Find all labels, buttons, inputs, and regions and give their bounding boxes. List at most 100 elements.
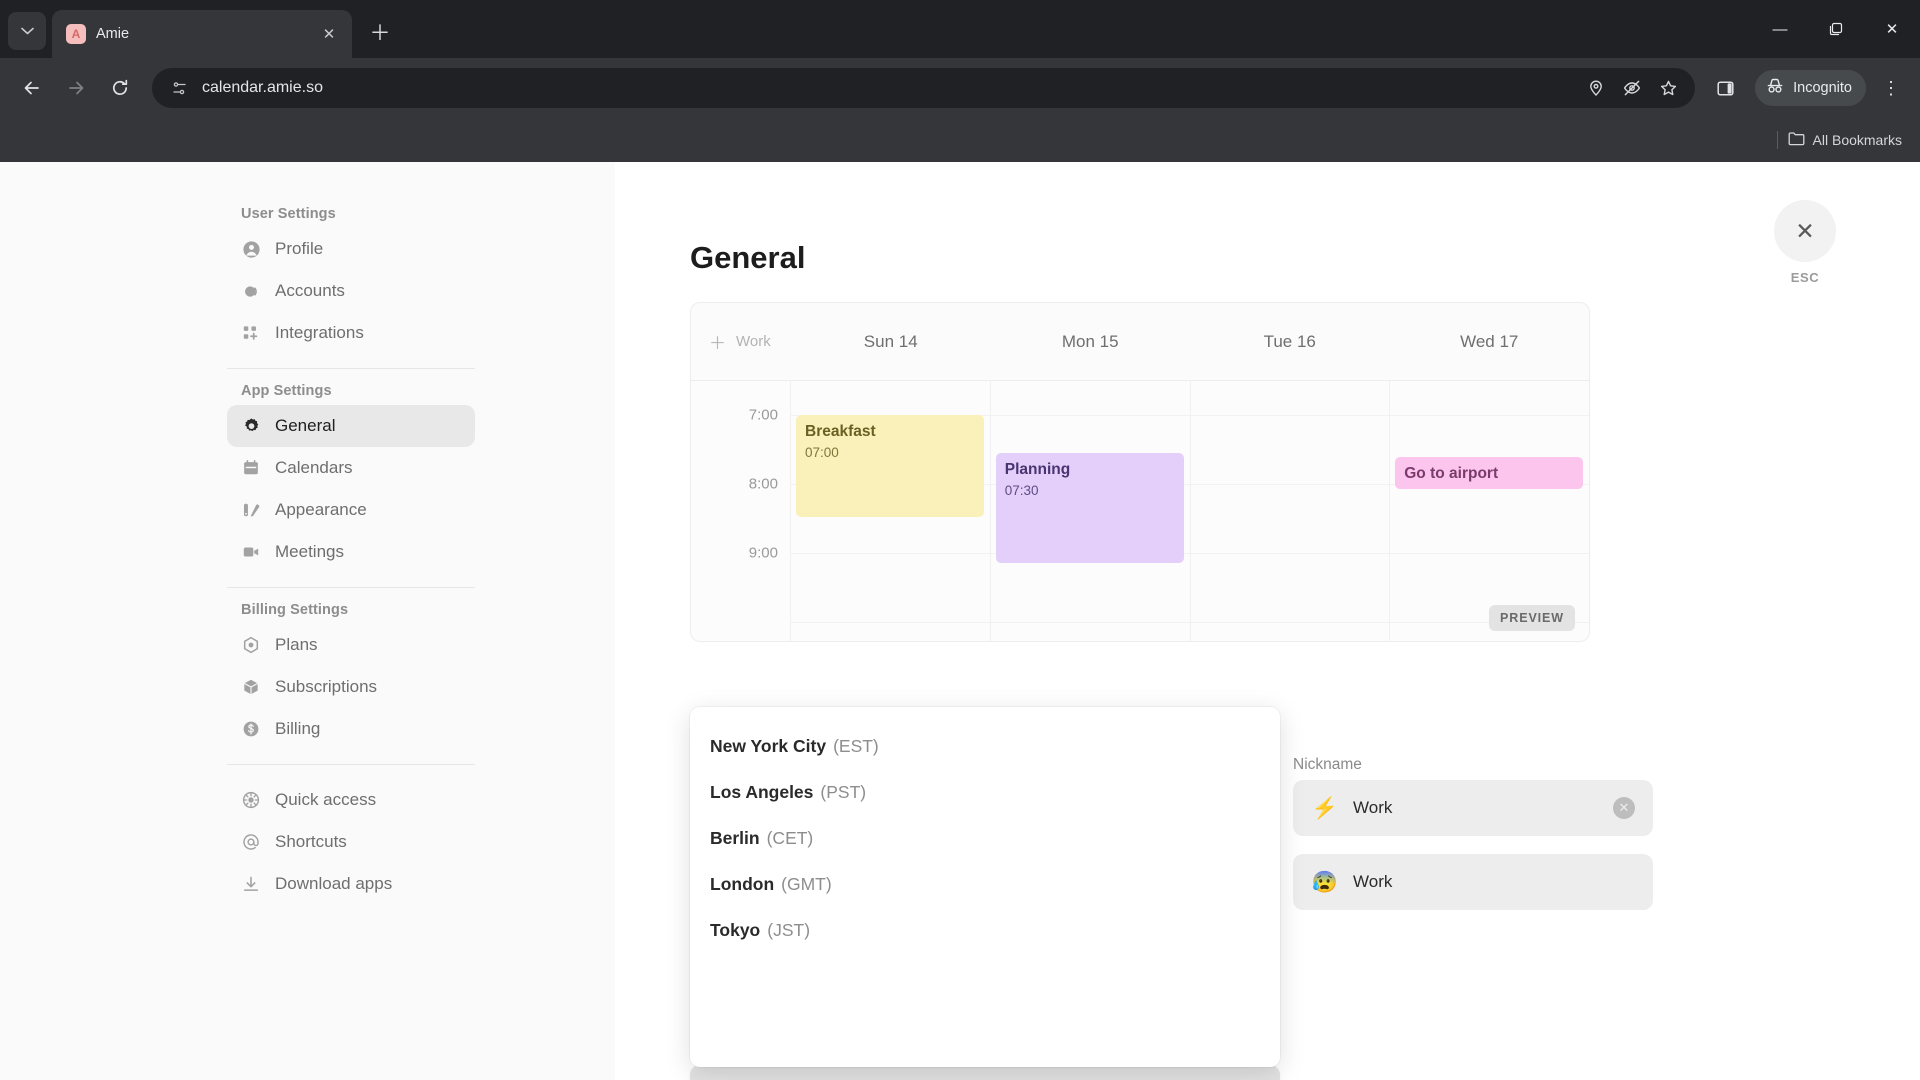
sidebar-item-accounts[interactable]: Accounts <box>227 270 475 312</box>
sidebar-item-profile[interactable]: Profile <box>227 228 475 270</box>
sidebar-item-label: Download apps <box>275 874 393 893</box>
address-bar[interactable]: calendar.amie.so <box>152 68 1696 108</box>
all-bookmarks-label: All Bookmarks <box>1812 132 1902 148</box>
calendar-gutter-label: Work <box>736 333 771 350</box>
sidebar-item-appearance[interactable]: Appearance <box>227 489 475 531</box>
close-icon[interactable]: ✕ <box>1774 200 1836 262</box>
sidebar-item-integrations[interactable]: Integrations <box>227 312 475 354</box>
nickname-row-2[interactable]: 😰 Work <box>1293 854 1653 910</box>
clear-circle-icon[interactable]: ✕ <box>1613 797 1635 819</box>
timezone-dropdown[interactable]: New York City (EST) Los Angeles (PST) Berlin… <box>690 707 1280 1067</box>
tab-search-button[interactable] <box>8 12 46 50</box>
calendar-hour-line <box>1390 553 1589 554</box>
calendar-time-label: 8:00 <box>748 475 778 493</box>
calendar-add-calendar[interactable]: ＋ Work <box>691 329 791 354</box>
timezone-option-city: Tokyo <box>710 919 761 940</box>
minimize-icon[interactable]: — <box>1752 7 1808 51</box>
location-icon[interactable] <box>1579 71 1613 105</box>
appearance-icon <box>241 500 261 520</box>
calendar-day-column[interactable]: Go to airport <box>1390 381 1589 641</box>
calendar-event-title: Breakfast <box>805 423 876 440</box>
nickname-value-1: Work <box>1353 798 1393 817</box>
sidebar-item-meetings[interactable]: Meetings <box>227 531 475 573</box>
timezone-option[interactable]: Los Angeles (PST) <box>690 769 1280 815</box>
calendar-day-column[interactable] <box>1190 381 1391 641</box>
sidebar-item-shortcuts[interactable]: Shortcuts <box>227 821 475 863</box>
video-camera-icon <box>241 542 261 562</box>
sidebar-nav: User Settings Profile Accounts Integrations… <box>227 206 475 905</box>
calendar-day-header: Tue 16 <box>1263 331 1316 351</box>
sidebar-item-download-apps[interactable]: Download apps <box>227 863 475 905</box>
close-icon[interactable]: ✕ <box>1864 7 1920 51</box>
accounts-icon <box>241 281 261 301</box>
timezone-option[interactable]: Berlin (CET) <box>690 815 1280 861</box>
calendar-hour-line <box>990 415 1190 416</box>
timezone-option-abbr: (PST) <box>820 781 867 802</box>
calendar-day-header: Sun 14 <box>863 331 918 351</box>
page-title: General <box>690 240 806 275</box>
browser-tab[interactable]: A Amie ✕ <box>52 10 352 58</box>
page-settings-icon[interactable] <box>166 75 192 101</box>
close-settings-button[interactable]: ✕ ESC <box>1774 200 1836 285</box>
url-text[interactable]: calendar.amie.so <box>202 79 1569 97</box>
nickname-value-2: Work <box>1353 872 1393 891</box>
timezone-option-city: Berlin <box>710 827 760 848</box>
calendar-event[interactable]: Planning 07:30 <box>995 453 1184 563</box>
calendar-hour-line <box>1390 415 1589 416</box>
omnibox-actions <box>1579 71 1685 105</box>
calendar-day-column[interactable]: Planning 07:30 <box>990 381 1191 641</box>
incognito-indicator[interactable]: Incognito <box>1755 70 1866 106</box>
calendar-day-column[interactable]: Breakfast 07:00 <box>791 381 991 641</box>
sidebar-item-label: General <box>275 416 336 435</box>
timezone-option-city: New York City <box>710 735 827 756</box>
tab-strip: A Amie ✕ ＋ — ✕ <box>0 0 1920 58</box>
close-icon[interactable]: ✕ <box>316 21 342 47</box>
eye-slash-icon[interactable] <box>1615 71 1649 105</box>
calendar-event-time: 07:30 <box>1004 482 1039 498</box>
dollar-circle-icon <box>241 719 261 739</box>
calendar-event-time: 07:00 <box>805 444 839 460</box>
star-icon[interactable] <box>1651 71 1685 105</box>
side-panel-icon[interactable] <box>1705 68 1745 108</box>
sidebar-item-label: Calendars <box>275 458 353 477</box>
at-sign-icon <box>241 832 261 852</box>
calendar-day-header: Wed 17 <box>1460 331 1519 351</box>
sidebar-item-label: Shortcuts <box>275 832 347 851</box>
sidebar-group-title: App Settings <box>241 383 332 399</box>
calendar-time-label: 9:00 <box>748 544 778 562</box>
reload-icon[interactable] <box>100 68 140 108</box>
timezone-option[interactable]: Tokyo (JST) <box>690 907 1280 953</box>
sidebar-item-general[interactable]: General <box>227 405 475 447</box>
browser-window: A Amie ✕ ＋ — ✕ calendar.amie.so Incognit… <box>0 0 1920 1080</box>
timezone-input[interactable]: eg. New York <box>690 1065 1280 1080</box>
calendar-header: ＋ Work Sun 14 Mon 15 Tue 16 Wed 17 <box>691 303 1589 381</box>
timezone-option-city: London <box>710 873 775 894</box>
timezone-option-city: Los Angeles <box>710 781 814 802</box>
all-bookmarks-button[interactable]: All Bookmarks <box>1788 131 1902 149</box>
sidebar-item-billing[interactable]: Billing <box>227 708 475 750</box>
kebab-menu-icon[interactable]: ⋮ <box>1874 68 1908 108</box>
calendar-hour-line <box>791 622 990 623</box>
calendar-icon <box>241 458 261 478</box>
sidebar-item-quick-access[interactable]: Quick access <box>227 779 475 821</box>
calendar-hour-line <box>1190 622 1390 623</box>
new-tab-button[interactable]: ＋ <box>362 14 398 50</box>
calendar-event[interactable]: Go to airport <box>1395 457 1583 489</box>
incognito-label: Incognito <box>1793 80 1852 96</box>
sidebar-item-label: Appearance <box>275 500 367 519</box>
calendar-day-headers: Sun 14 Mon 15 Tue 16 Wed 17 <box>791 332 1589 352</box>
nickname-row-1[interactable]: ⚡ Work ✕ <box>1293 780 1653 836</box>
sidebar-item-subscriptions[interactable]: Subscriptions <box>227 666 475 708</box>
timezone-option[interactable]: New York City (EST) <box>690 723 1280 769</box>
plus-icon[interactable]: ＋ <box>709 329 726 354</box>
favicon-letter: A <box>71 27 81 41</box>
sidebar-item-calendars[interactable]: Calendars <box>227 447 475 489</box>
timezone-option[interactable]: London (GMT) <box>690 861 1280 907</box>
calendar-event[interactable]: Breakfast 07:00 <box>796 415 984 517</box>
download-icon <box>241 874 261 894</box>
maximize-icon[interactable] <box>1808 7 1864 51</box>
timezone-option-abbr: (CET) <box>766 827 814 848</box>
sidebar-group-title: Billing Settings <box>241 602 349 618</box>
back-arrow-icon[interactable] <box>12 68 52 108</box>
sidebar-item-plans[interactable]: Plans <box>227 624 475 666</box>
